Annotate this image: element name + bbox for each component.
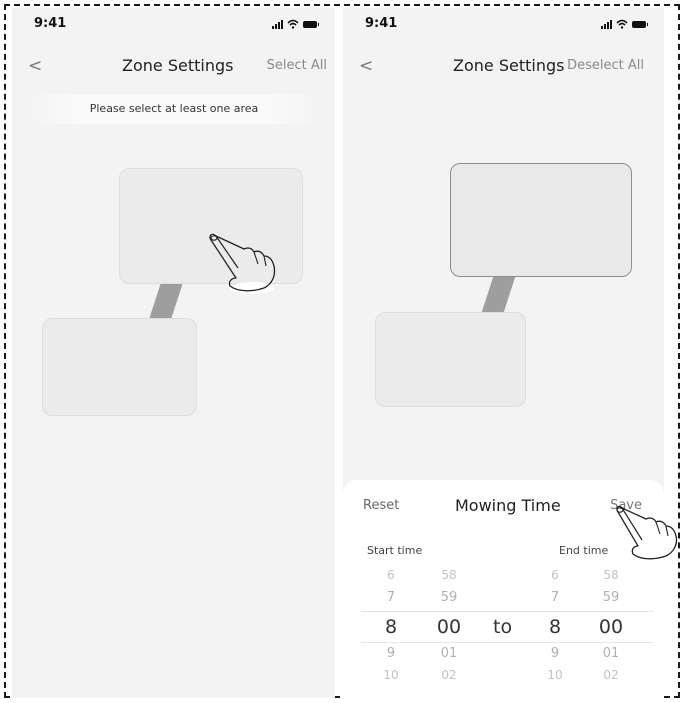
- status-icons: [272, 19, 319, 29]
- nav-bar: < Zone Settings Deselect All: [343, 54, 664, 80]
- start-hour-option[interactable]: 10: [371, 668, 411, 682]
- page-title: Zone Settings: [453, 56, 565, 75]
- start-minute-option[interactable]: 02: [429, 668, 469, 682]
- start-hour-selected[interactable]: 8: [371, 616, 411, 638]
- battery-icon: [303, 20, 319, 28]
- zone-area-2[interactable]: [42, 318, 197, 416]
- hint-banner: Please select at least one area: [26, 94, 322, 124]
- wifi-icon: [287, 19, 299, 29]
- end-minute-option[interactable]: 02: [591, 668, 631, 682]
- hand-pointer-icon: [616, 505, 678, 560]
- end-time-label: End time: [559, 544, 609, 557]
- wifi-icon: [616, 19, 628, 29]
- start-minute-option[interactable]: 01: [429, 646, 469, 661]
- signal-icon: [272, 19, 283, 29]
- end-minute-option[interactable]: 58: [591, 568, 631, 582]
- zone-area-2[interactable]: [375, 312, 526, 407]
- start-hour-option[interactable]: 6: [371, 568, 411, 582]
- end-hour-option[interactable]: 7: [535, 590, 575, 605]
- start-minute-option[interactable]: 59: [429, 590, 469, 605]
- end-minute-option[interactable]: 59: [591, 590, 631, 605]
- select-all-button[interactable]: Select All: [267, 55, 327, 77]
- back-icon[interactable]: <: [28, 54, 42, 78]
- page-title: Zone Settings: [122, 56, 234, 75]
- right-phone-screen: 9:41 < Zone Settings Deselect All Reset …: [343, 8, 664, 698]
- start-time-label: Start time: [367, 544, 423, 557]
- end-minute-option[interactable]: 01: [591, 646, 631, 661]
- status-bar: 9:41: [343, 8, 664, 42]
- status-time: 9:41: [365, 16, 398, 31]
- end-hour-option[interactable]: 9: [535, 646, 575, 661]
- sheet-title: Mowing Time: [455, 496, 561, 515]
- hand-pointer-icon: [209, 233, 276, 294]
- end-hour-option[interactable]: 6: [535, 568, 575, 582]
- end-hour-selected[interactable]: 8: [535, 616, 575, 638]
- end-hour-option[interactable]: 10: [535, 668, 575, 682]
- nav-bar: < Zone Settings Select All: [12, 54, 335, 80]
- end-minute-selected[interactable]: 00: [591, 616, 631, 638]
- reset-button[interactable]: Reset: [363, 498, 399, 513]
- battery-icon: [632, 20, 648, 28]
- picker-divider: [361, 611, 654, 612]
- deselect-all-button[interactable]: Deselect All: [567, 55, 644, 77]
- left-phone-screen: 9:41 < Zone Settings Select All Please s…: [12, 8, 335, 698]
- start-minute-option[interactable]: 58: [429, 568, 469, 582]
- status-time: 9:41: [34, 16, 67, 31]
- signal-icon: [601, 19, 612, 29]
- start-hour-option[interactable]: 7: [371, 590, 411, 605]
- status-bar: 9:41: [12, 8, 335, 42]
- status-icons: [601, 19, 648, 29]
- back-icon[interactable]: <: [359, 54, 373, 78]
- zone-area-1-selected[interactable]: [450, 163, 632, 277]
- start-minute-selected[interactable]: 00: [429, 616, 469, 638]
- start-hour-option[interactable]: 9: [371, 646, 411, 661]
- to-separator: to: [493, 616, 513, 638]
- picker-divider: [361, 642, 654, 643]
